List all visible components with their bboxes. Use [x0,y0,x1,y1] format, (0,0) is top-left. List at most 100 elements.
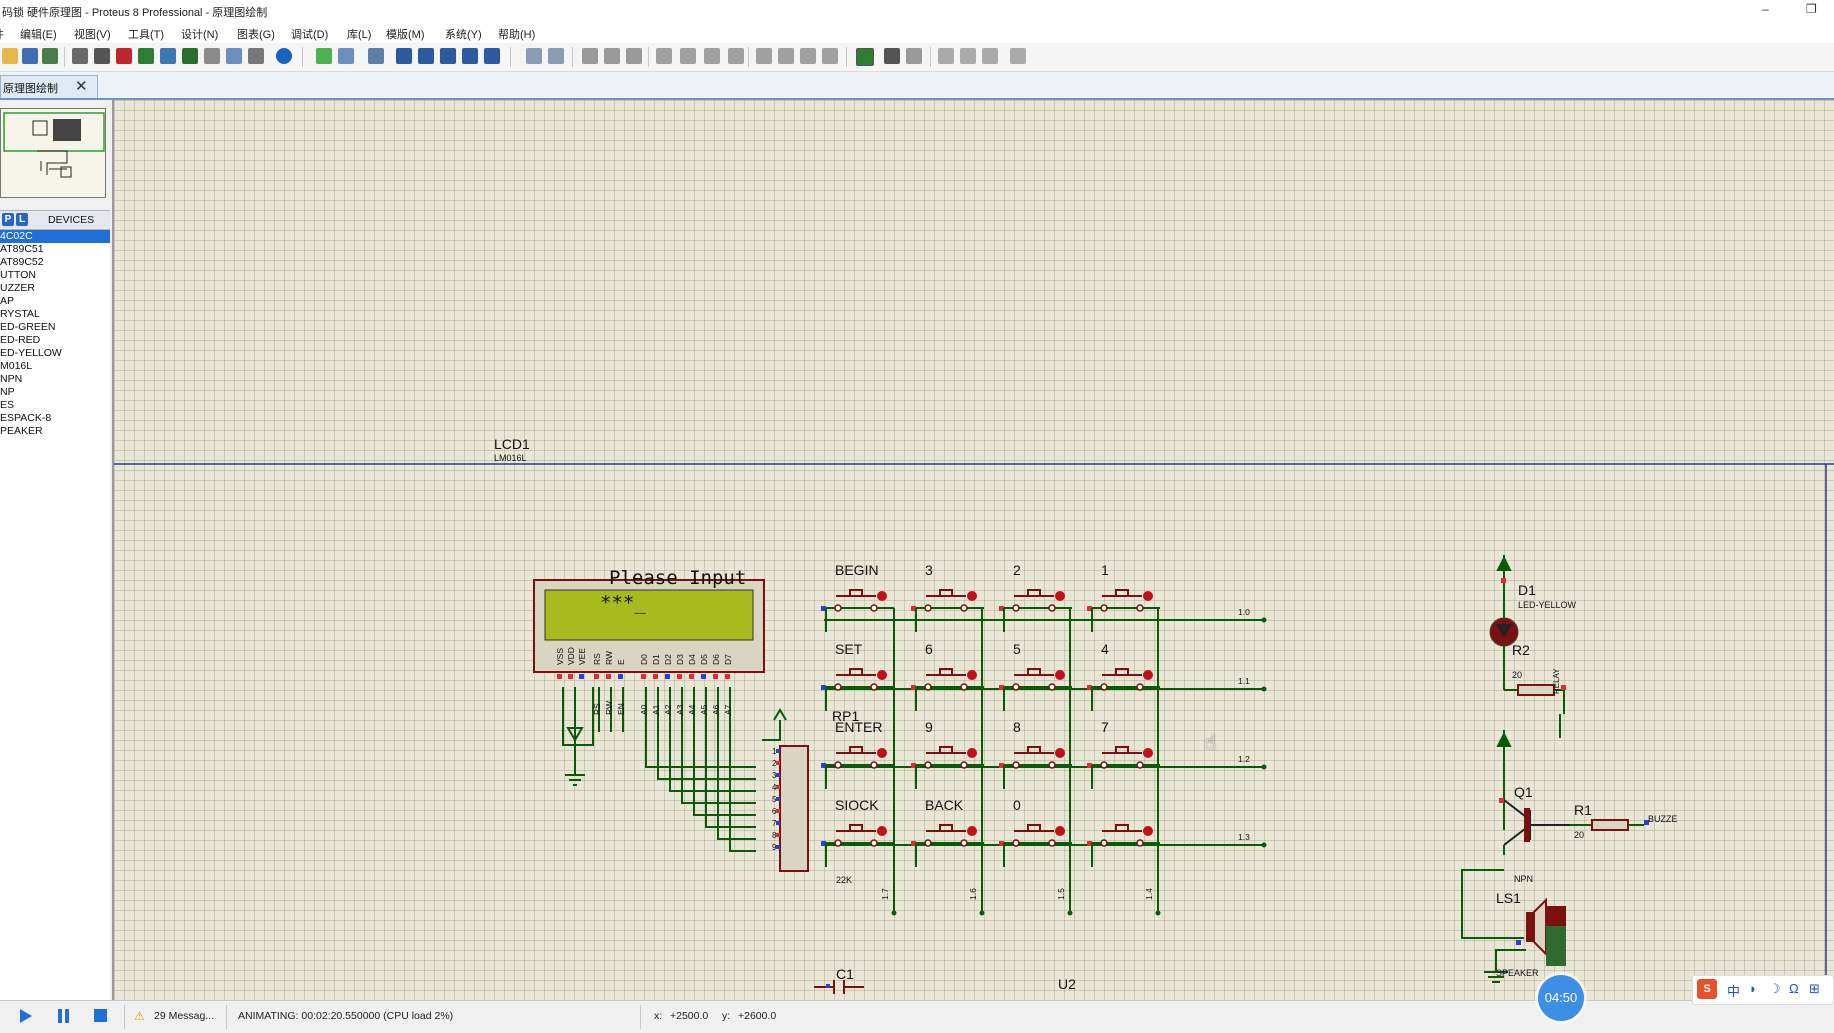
device-list-item[interactable]: ED-RED [0,334,110,347]
netlist-icon[interactable] [1010,48,1026,64]
device-list-item[interactable]: ES [0,399,110,412]
block-move-icon[interactable] [680,48,696,64]
stop-button[interactable] [94,1009,107,1022]
device-list-item[interactable]: AT89C52 [0,256,110,269]
device-list-item[interactable]: UZZER [0,282,110,295]
keypad-button[interactable] [821,589,894,632]
menu-edit[interactable]: 编辑(E) [20,26,57,42]
device-list-item[interactable]: AP [0,295,110,308]
device-list-item[interactable]: M016L [0,360,110,373]
undo-icon[interactable] [526,48,542,64]
overview-window[interactable] [0,108,106,198]
cut-icon[interactable] [582,48,598,64]
zoom-out-icon[interactable] [440,48,456,64]
device-list-item[interactable]: RYSTAL [0,308,110,321]
minimize-button[interactable]: – [1762,2,1769,16]
pause-button[interactable] [58,1009,62,1023]
exit-parent-icon[interactable] [982,48,998,64]
3d-icon[interactable] [138,48,154,64]
keypad-button[interactable] [1087,589,1160,632]
gerber-icon[interactable] [160,48,176,64]
pcb-icon[interactable] [116,48,132,64]
help-icon[interactable] [276,48,292,64]
copy-icon[interactable] [604,48,620,64]
schematic-icon[interactable] [94,48,110,64]
resistor-r1[interactable] [1570,819,1649,831]
open-icon[interactable] [2,48,18,64]
recording-timer[interactable]: 04:50 [1538,975,1584,1021]
device-list-item[interactable]: UTTON [0,269,110,282]
schematic-canvas[interactable]: VSS VDD VEE RS RW E D0 D1 D2 D3 D4 D5 D6 D7 RS RW EN A0 A… [114,100,1834,1000]
pick-device-button[interactable]: P [2,213,14,226]
ime-toolbar[interactable]: S 中 ◗ ☽ Ω ⊞ [1692,975,1834,1005]
keypad-button[interactable] [911,589,984,632]
bom-icon[interactable] [182,48,198,64]
restore-button[interactable]: ❐ [1806,2,1817,16]
messages-count[interactable]: 29 Messag... [154,1010,214,1022]
home-icon[interactable] [72,48,88,64]
notes-icon[interactable] [204,48,220,64]
ime-half-width-icon[interactable]: ◗ [1749,981,1757,996]
block-copy-icon[interactable] [656,48,672,64]
zoom-in-icon[interactable] [418,48,434,64]
device-list-item[interactable]: ESPACK-8 [0,412,110,425]
zoom-area-icon[interactable] [484,48,500,64]
schematic-drawing[interactable]: VSS VDD VEE RS RW E D0 D1 D2 D3 D4 D5 D6 D7 RS RW EN A0 A… [114,100,1834,1000]
device-list-item[interactable]: PEAKER [0,425,110,438]
menu-graph[interactable]: 图表(G) [237,26,275,42]
ime-chinese-mode-icon[interactable]: 中 [1727,981,1740,1000]
search-tag-icon[interactable] [884,48,900,64]
remove-sheet-icon[interactable] [960,48,976,64]
source-icon[interactable] [226,48,242,64]
save-all-icon[interactable] [42,48,58,64]
device-list-item[interactable]: 4C02C [0,230,110,243]
package-tool-icon[interactable] [800,48,816,64]
zoom-all-icon[interactable] [462,48,478,64]
menu-tools[interactable]: 工具(T) [128,26,164,42]
d1-part: LED-YELLOW [1518,600,1577,610]
keypad-button[interactable] [999,589,1072,632]
device-list-item[interactable]: NPN [0,373,110,386]
device-list-item[interactable]: AT89C51 [0,243,110,256]
menu-file[interactable]: 文件 [0,26,4,42]
refresh-icon[interactable] [316,48,332,64]
grid-icon[interactable] [338,48,354,64]
new-sheet-icon[interactable] [938,48,954,64]
menu-system[interactable]: 系统(Y) [445,26,482,42]
play-button[interactable] [20,1009,32,1023]
capacitor-c1[interactable] [814,980,864,994]
property-assign-icon[interactable] [906,48,922,64]
lcd-module[interactable]: VSS VDD VEE RS RW E D0 D1 D2 D3 D4 D5 D6 D7 [533,579,765,679]
decompose-icon[interactable] [822,48,838,64]
ime-toolbox-icon[interactable]: ⊞ [1809,981,1820,997]
wire-autorouter-icon[interactable] [856,48,874,66]
pan-icon[interactable] [396,48,412,64]
menu-library[interactable]: 库(L) [347,26,371,42]
menu-template[interactable]: 模版(M) [386,26,425,42]
redo-icon[interactable] [548,48,564,64]
keypad-button-label: 2 [1013,562,1021,578]
menu-help[interactable]: 帮助(H) [498,26,535,42]
tab-schematic-capture[interactable]: 原理图绘制 ✕ [0,75,98,98]
device-list-item[interactable]: ED-GREEN [0,321,110,334]
save-icon[interactable] [22,48,38,64]
pick-device-icon[interactable] [756,48,772,64]
ime-symbol-icon[interactable]: Ω [1789,981,1799,996]
menu-design[interactable]: 设计(N) [181,26,218,42]
block-rotate-icon[interactable] [704,48,720,64]
report-icon[interactable] [248,48,264,64]
menu-debug[interactable]: 调试(D) [291,26,328,42]
device-list-item[interactable]: NP [0,386,110,399]
library-button[interactable]: L [16,213,28,226]
keypad-matrix[interactable]: 1.0 1.1 1.2 1.3 1.7 1.6 1.5 1.4 [821,589,1267,916]
ime-moon-icon[interactable]: ☽ [1769,981,1781,997]
make-device-icon[interactable] [778,48,794,64]
respack-rp1[interactable] [779,745,809,872]
ime-logo-icon[interactable]: S [1697,979,1717,999]
device-list-item[interactable]: ED-YELLOW [0,347,110,360]
paste-icon[interactable] [626,48,642,64]
close-icon[interactable]: ✕ [75,77,88,95]
origin-icon[interactable] [368,48,384,64]
menu-view[interactable]: 视图(V) [74,26,111,42]
block-delete-icon[interactable] [728,48,744,64]
